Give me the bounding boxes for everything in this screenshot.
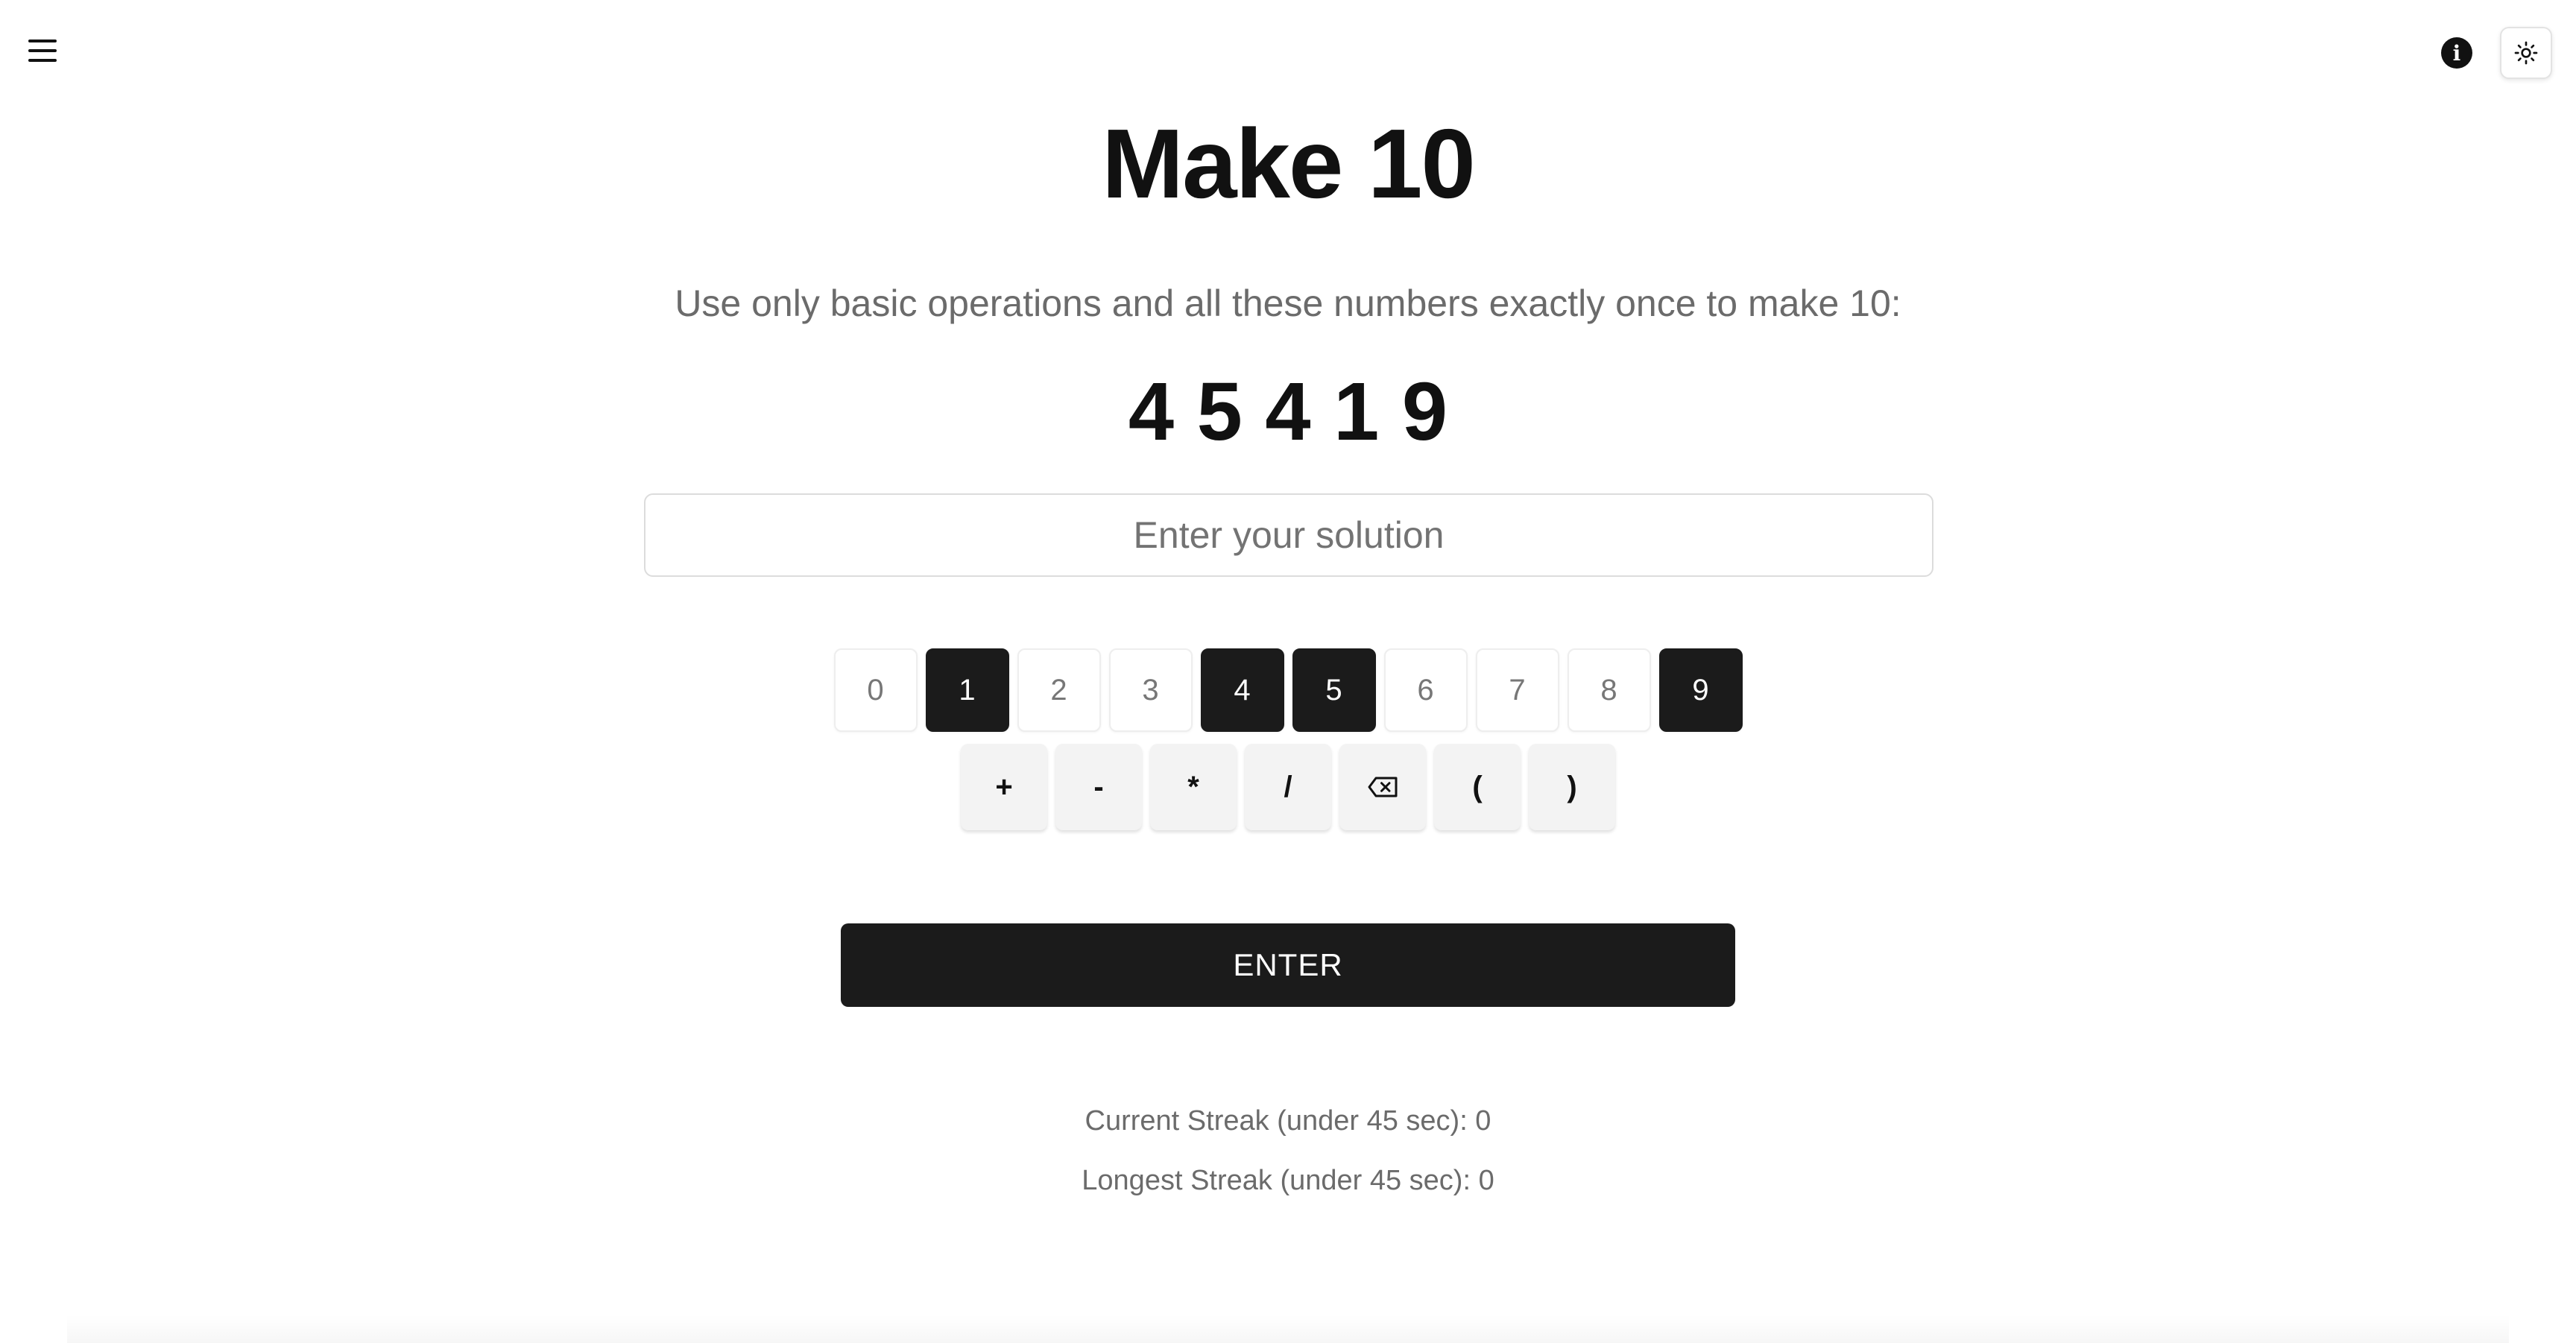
instructions-text: Use only basic operations and all these … (675, 282, 1901, 324)
digit-key-9[interactable]: 9 (1658, 648, 1743, 732)
divide-key[interactable]: / (1245, 744, 1331, 830)
minus-key[interactable]: - (1055, 744, 1142, 830)
puzzle-numbers: 4 5 4 1 9 (1128, 366, 1448, 458)
solution-input[interactable] (644, 493, 1933, 577)
hamburger-menu-icon (28, 40, 57, 42)
open-paren-key[interactable]: ( (1434, 744, 1521, 830)
sun-icon (2514, 41, 2538, 65)
backspace-key[interactable] (1339, 744, 1426, 830)
page-title: Make 10 (1102, 109, 1476, 218)
theme-toggle-button[interactable] (2500, 27, 2552, 79)
multiply-key[interactable]: * (1150, 744, 1237, 830)
digit-key-7[interactable]: 7 (1475, 648, 1559, 732)
backspace-icon (1368, 777, 1398, 797)
digit-key-4[interactable]: 4 (1200, 648, 1284, 732)
hamburger-line (28, 59, 57, 62)
enter-button[interactable]: ENTER (841, 923, 1735, 1007)
info-button[interactable]: i (2441, 37, 2472, 69)
menu-button[interactable] (28, 28, 73, 73)
digit-key-3[interactable]: 3 (1108, 648, 1193, 732)
plus-key[interactable]: + (961, 744, 1047, 830)
digit-key-8[interactable]: 8 (1567, 648, 1651, 732)
digit-key-6[interactable]: 6 (1383, 648, 1468, 732)
digit-keypad-row: 0123456789 (0, 648, 2576, 732)
hamburger-line (28, 49, 57, 52)
digit-key-2[interactable]: 2 (1017, 648, 1101, 732)
digit-key-1[interactable]: 1 (925, 648, 1009, 732)
current-streak-text: Current Streak (under 45 sec): 0 (1085, 1105, 1491, 1137)
longest-streak-text: Longest Streak (under 45 sec): 0 (1082, 1165, 1494, 1196)
digit-key-0[interactable]: 0 (833, 648, 918, 732)
operator-keypad-row: + - * / () (0, 744, 2576, 830)
close-paren-key[interactable]: ) (1529, 744, 1615, 830)
digit-key-5[interactable]: 5 (1292, 648, 1376, 732)
footer-shadow (67, 1315, 2509, 1343)
info-icon: i (2452, 40, 2461, 66)
